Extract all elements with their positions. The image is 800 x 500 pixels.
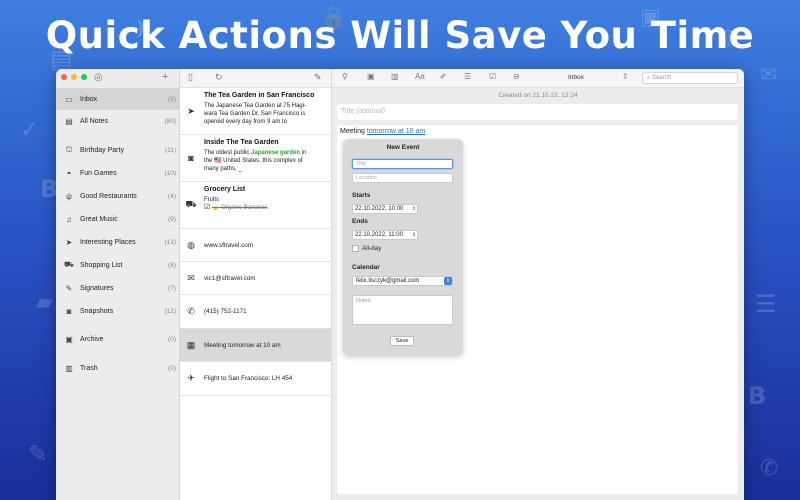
sidebar-item-birthday-party[interactable]: ⛫ Birthday Party (11)	[56, 139, 180, 161]
note-list-toolbar: ▯ ↻ ✎	[180, 69, 331, 88]
note-list: ▯ ↻ ✎ ➤ The Tea Garden in San Francisco …	[180, 69, 332, 500]
sync-icon[interactable]: ◎	[94, 72, 103, 83]
note-item-grocery-list[interactable]: ⛟ Grocery List Fruits ☑ 🍌 Organic Banana…	[180, 182, 332, 229]
event-title-input[interactable]: Title	[352, 159, 453, 169]
sidebar-item-signatures[interactable]: ✎ Signatures (7)	[56, 277, 180, 299]
created-timestamp: Created on 21.10.22, 12:24	[498, 92, 578, 99]
editor-toolbar: ⚲ ▣ ▥ Aa ✐ ☰ ☑ ⊖ Inbox ⇪ ⌕ Search	[332, 69, 744, 88]
list-icon[interactable]: ☰	[464, 72, 471, 81]
starts-date-field[interactable]: 22.10.2022, 10:00 ⇕	[352, 204, 418, 214]
compose-icon[interactable]: ✎	[314, 72, 322, 83]
starts-label: Starts	[352, 192, 371, 199]
sidebar-item-good-restaurants[interactable]: ψ Good Restaurants (4)	[56, 185, 180, 207]
refresh-icon[interactable]: ↻	[215, 72, 223, 83]
note-body[interactable]: Meeting tomorrow at 10 am New Event Titl…	[337, 125, 738, 494]
camera-icon: ◙	[66, 306, 72, 316]
cake-icon: ⛫	[65, 145, 73, 154]
bg-list-icon: ☰	[755, 290, 777, 318]
gamepad-icon: ◓	[66, 168, 72, 178]
note-item-inside-tea-garden[interactable]: ◙ Inside The Tea Garden The oldest publi…	[180, 135, 332, 182]
bg-phone-icon: ✆	[760, 456, 779, 481]
font-icon[interactable]: Aa	[415, 72, 425, 81]
search-icon: ⌕	[647, 75, 651, 81]
calendar-label: Calendar	[352, 264, 380, 271]
sidebar-item-snapshots[interactable]: ◙ Snapshots (12)	[56, 300, 180, 322]
plus-icon[interactable]: +	[162, 71, 168, 83]
globe-icon: ◍	[187, 239, 195, 250]
ends-date-field[interactable]: 22.10.2022, 11:00 ⇕	[352, 230, 418, 240]
archive-icon: ▣	[65, 334, 73, 344]
event-notes-input[interactable]: Notes	[352, 295, 453, 325]
sidebar: ◎ + ▭ Inbox (8) ▤ All Notes (80) ⛫ Birth…	[56, 69, 180, 500]
minimize-window-button[interactable]	[71, 74, 77, 80]
event-location-input[interactable]: Location	[352, 173, 453, 183]
music-icon: ♫	[66, 214, 72, 224]
location-arrow-icon: ➤	[187, 105, 195, 116]
checkbox-checked-icon[interactable]: ☑	[204, 204, 210, 211]
ends-label: Ends	[352, 218, 368, 225]
more-icon[interactable]: ⊖	[513, 72, 520, 81]
checklist-icon[interactable]: ☑	[489, 72, 496, 81]
note-item-meeting[interactable]: ▦ Meeting tomorrow at 10 am	[180, 329, 332, 362]
mail-icon: ✉	[187, 272, 195, 283]
trash-icon: ▥	[65, 363, 73, 373]
search-input[interactable]: ⌕ Search	[642, 72, 738, 84]
starts-stepper-icon[interactable]: ⇕	[412, 205, 416, 213]
trash-icon[interactable]: ▥	[391, 72, 399, 81]
bg-bold-icon-right: B	[748, 382, 767, 410]
note-item-tea-garden[interactable]: ➤ The Tea Garden in San Francisco The Ja…	[180, 88, 332, 135]
cutlery-icon: ψ	[66, 191, 72, 201]
editor-pane: ⚲ ▣ ▥ Aa ✐ ☰ ☑ ⊖ Inbox ⇪ ⌕ Search Create…	[332, 69, 744, 500]
notes-icon: ▤	[65, 116, 73, 126]
phone-icon: ✆	[187, 306, 195, 316]
sidebar-item-shopping-list[interactable]: ⛟ Shopping List (6)	[56, 254, 180, 276]
close-window-button[interactable]	[61, 74, 67, 80]
cart-icon: ⛟	[185, 199, 197, 209]
toolbar-title: Inbox	[568, 74, 584, 81]
sidebar-item-interesting-places[interactable]: ➤ Interesting Places (13)	[56, 231, 180, 253]
bg-folder-icon: ▰	[36, 290, 53, 315]
pin-icon[interactable]: ⚲	[342, 72, 348, 81]
note-item-phone[interactable]: ✆ (415) 752-1171	[180, 295, 332, 329]
sidebar-item-all-notes[interactable]: ▤ All Notes (80)	[56, 110, 180, 132]
sidebar-item-inbox[interactable]: ▭ Inbox (8)	[56, 88, 180, 110]
note-item-email[interactable]: ✉ vic1@sftravel.com	[180, 262, 332, 295]
date-link[interactable]: tomorrow at 10 am	[367, 128, 425, 135]
app-window: ◎ + ▭ Inbox (8) ▤ All Notes (80) ⛫ Birth…	[56, 69, 744, 500]
ends-stepper-icon[interactable]: ⇕	[412, 231, 416, 239]
cart-icon: ⛟	[63, 260, 75, 269]
bg-mail-icon: ✉	[760, 62, 777, 86]
airplane-icon: ✈	[187, 373, 195, 383]
bg-brush-icon: ✎	[28, 440, 49, 468]
save-button[interactable]: Save	[390, 336, 414, 346]
sidebar-toggle-icon[interactable]: ▯	[188, 72, 193, 83]
all-day-checkbox[interactable]: All-day	[352, 245, 381, 252]
calendar-icon: ▦	[186, 339, 196, 350]
note-title-field[interactable]: Title (optional)	[337, 104, 738, 120]
sidebar-item-fun-games[interactable]: ◓ Fun Games (10)	[56, 162, 180, 184]
new-event-popover: New Event Title Location Starts 22.10.20…	[343, 139, 463, 355]
chevron-updown-icon: ⇕	[444, 277, 452, 285]
sidebar-item-archive[interactable]: ▣ Archive (0)	[56, 328, 180, 350]
checkbox-icon	[352, 245, 359, 252]
zoom-window-button[interactable]	[81, 74, 87, 80]
inbox-icon: ▭	[65, 94, 73, 104]
note-body-text: Meeting tomorrow at 10 am	[340, 128, 426, 135]
pen-icon: ✎	[65, 283, 73, 293]
location-arrow-icon: ➤	[65, 237, 73, 247]
note-item-website[interactable]: ◍ www.sftravel.com	[180, 229, 332, 262]
headline: Quick Actions Will Save You Time	[45, 14, 755, 57]
sidebar-item-trash[interactable]: ▥ Trash (0)	[56, 357, 180, 379]
share-icon[interactable]: ⇪	[622, 72, 629, 81]
camera-icon: ◙	[188, 153, 194, 163]
window-controls	[61, 74, 87, 80]
popover-title: New Event	[386, 144, 420, 151]
archive-icon[interactable]: ▣	[367, 72, 375, 81]
highlighter-icon[interactable]: ✐	[440, 72, 447, 81]
sidebar-item-great-music[interactable]: ♫ Great Music (9)	[56, 208, 180, 230]
bg-check-icon: ✓	[20, 118, 39, 143]
calendar-select[interactable]: felix.lisczyk@gmail.com ⇕	[352, 276, 453, 286]
note-item-flight[interactable]: ✈ Flight to San Francisco: LH 454	[180, 362, 332, 396]
